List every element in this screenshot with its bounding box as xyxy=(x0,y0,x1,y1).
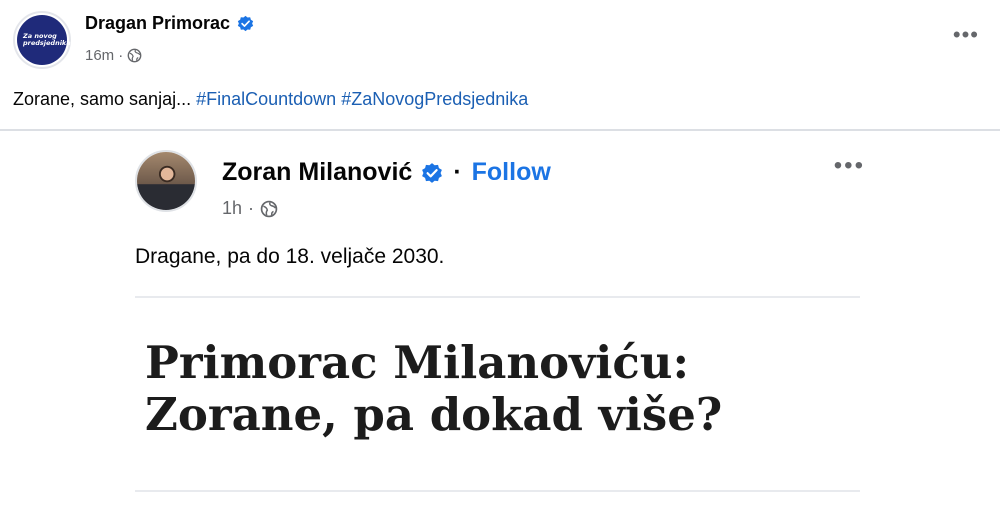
post-meta: 16m · xyxy=(85,47,142,64)
shared-author-avatar[interactable] xyxy=(135,150,197,212)
shared-author-name[interactable]: Zoran Milanović xyxy=(222,158,412,187)
shared-post-author: Zoran Milanović · Follow xyxy=(222,158,551,187)
avatar-logo-line-2: predsjednika xyxy=(23,39,71,47)
follow-button[interactable]: Follow xyxy=(472,158,551,187)
avatar-logo: Za novog predsjednika xyxy=(17,15,71,65)
hashtag-final-countdown[interactable]: #FinalCountdown xyxy=(196,89,336,109)
avatar-photo xyxy=(137,152,195,210)
post-text: Zorane, samo sanjaj... #FinalCountdown #… xyxy=(13,89,528,110)
article-rule-top xyxy=(135,296,860,298)
follow-separator: · xyxy=(453,158,462,186)
shared-post[interactable]: Zoran Milanović · Follow 1h · ••• Dragan… xyxy=(135,150,875,510)
post-divider xyxy=(0,129,1000,131)
headline-line-1: Primorac Milanoviću: xyxy=(145,336,690,389)
post-body: Zorane, samo sanjaj... xyxy=(13,89,197,109)
post-author-name[interactable]: Dragan Primorac xyxy=(85,13,230,34)
globe-icon xyxy=(127,48,142,63)
shared-post-time[interactable]: 1h xyxy=(222,198,242,219)
post-time[interactable]: 16m xyxy=(85,47,114,64)
article-headline[interactable]: Primorac Milanoviću: Zorane, pa dokad vi… xyxy=(145,337,865,441)
author-avatar[interactable]: Za novog predsjednika xyxy=(13,11,71,69)
shared-post-meta: 1h · xyxy=(222,198,278,219)
globe-icon xyxy=(260,200,278,217)
meta-separator: · xyxy=(248,198,255,218)
headline-line-2: Zorane, pa dokad više? xyxy=(145,388,723,441)
more-options-icon[interactable]: ••• xyxy=(953,24,979,46)
verified-badge-icon xyxy=(237,15,254,32)
shared-post-text: Dragane, pa do 18. veljače 2030. xyxy=(135,245,445,268)
hashtag-za-novog-predsjednika[interactable]: #ZaNovogPredsjednika xyxy=(341,89,528,109)
post-author: Dragan Primorac xyxy=(85,13,254,34)
meta-separator: · xyxy=(118,47,124,64)
post-header: Za novog predsjednika Dragan Primorac 16… xyxy=(13,11,987,71)
verified-badge-icon xyxy=(422,162,443,183)
shared-more-options-icon[interactable]: ••• xyxy=(834,154,865,178)
article-rule-bottom xyxy=(135,490,860,492)
